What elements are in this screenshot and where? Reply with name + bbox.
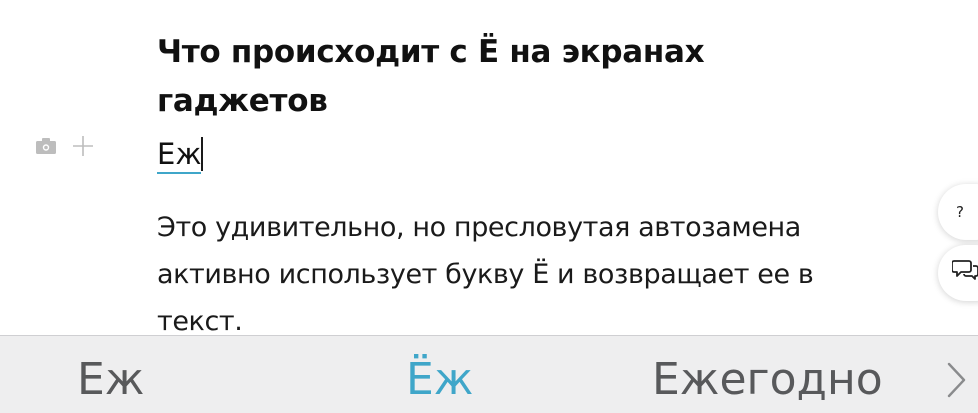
suggestion-item-highlighted[interactable]: Ёж [406, 350, 473, 410]
article-title[interactable]: Что происходит с Ё на экранах гаджетов [157, 28, 797, 126]
chat-icon [951, 258, 978, 289]
text-cursor [201, 137, 204, 171]
suggestion-item[interactable]: Ежегодно [652, 350, 883, 410]
suggestion-item[interactable]: Еж [77, 350, 144, 410]
help-button[interactable]: ? [938, 184, 978, 240]
text-input-line[interactable]: Еж [157, 134, 204, 174]
chevron-right-icon[interactable] [946, 358, 978, 402]
typed-word[interactable]: Еж [157, 134, 202, 174]
camera-icon[interactable] [34, 134, 58, 158]
chat-button[interactable] [938, 245, 978, 301]
help-icon: ? [956, 202, 964, 221]
article-paragraph[interactable]: Это удивительно, но пресловутая автозаме… [157, 204, 877, 345]
keyboard-suggestion-bar: Еж Ёж Ежегодно [0, 335, 978, 413]
article-editor-screen: Что происходит с Ё на экранах гаджетов Е… [0, 0, 978, 413]
plus-icon[interactable] [70, 133, 96, 159]
block-tools [34, 133, 96, 159]
